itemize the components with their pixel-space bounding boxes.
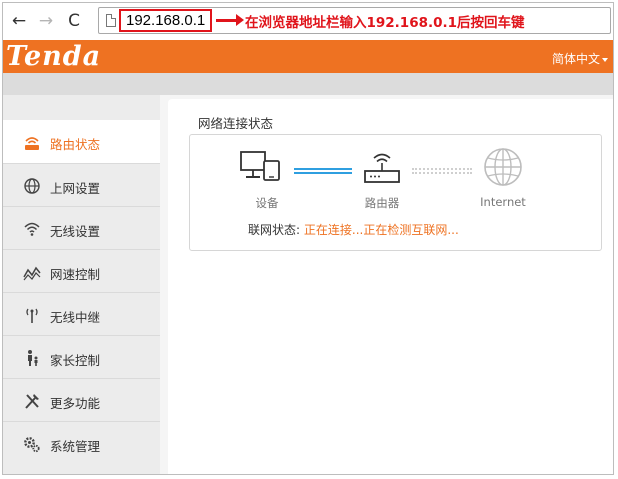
sidebar-item-wireless-repeater[interactable]: 无线中继 [3,292,160,335]
gears-icon [23,435,41,453]
antenna-icon [23,306,41,324]
sidebar-item-label: 系统管理 [50,439,101,454]
sidebar-item-label: 无线设置 [50,224,101,239]
device-icon [240,151,282,187]
tools-icon [23,392,41,410]
annotation-text: 在浏览器地址栏输入192.168.0.1后按回车键 [245,15,525,31]
language-label: 简体中文 [551,52,600,66]
device-label: 设备 [255,196,279,210]
internet-label: Internet [480,195,526,209]
sidebar-item-speed-control[interactable]: 网速控制 [3,249,160,292]
screenshot-frame: ← → C 192.168.0.1 在浏览器地址栏输入192.168.0.1后按… [2,2,614,475]
forward-arrow-icon[interactable]: → [36,11,56,31]
sidebar-item-label: 上网设置 [50,181,101,196]
status-label: 联网状态: [248,223,301,237]
chevron-down-icon [602,57,608,62]
wifi-icon [23,220,41,238]
speed-wave-icon [23,263,41,281]
connection-status-line: 联网状态: 正在连接...正在检测互联网... [248,221,459,238]
sidebar-item-label: 更多功能 [50,396,101,411]
main-content: 网络连接状态 设备 路由器 Internet 联网状态: 正在连接...正在检测… [160,95,613,474]
sidebar-item-router-status[interactable]: 路由状态 [3,120,160,163]
device-router-link [294,168,352,174]
sidebar-item-wireless-settings[interactable]: 无线设置 [3,206,160,249]
network-status-card: 设备 路由器 Internet 联网状态: 正在连接...正在检测互联网... [189,134,602,251]
sidebar-item-label: 网速控制 [50,267,101,282]
globe-icon [23,177,41,195]
sidebar: 路由状态 上网设置 无线设置 网速控制 无线中继 家长控制 更多功能 系统管理 [3,95,160,474]
sidebar-item-label: 无线中继 [50,310,101,325]
language-selector[interactable]: 简体中文 [552,50,608,67]
header-subbar [3,73,613,95]
page-icon [106,14,116,27]
reload-icon[interactable]: C [64,11,84,31]
main-panel: 网络连接状态 设备 路由器 Internet 联网状态: 正在连接...正在检测… [168,99,613,474]
router-internet-link [412,168,472,174]
router-icon [362,149,402,189]
back-arrow-icon[interactable]: ← [9,11,29,31]
sidebar-item-label: 家长控制 [50,353,101,368]
router-label: 路由器 [364,196,400,210]
annotation-arrow-icon [216,14,244,26]
internet-globe-icon [483,147,523,191]
tenda-logo: Tenda [6,41,102,72]
status-value: 正在连接...正在检测互联网... [303,223,459,237]
sidebar-item-more-features[interactable]: 更多功能 [3,378,160,421]
browser-toolbar: ← → C 192.168.0.1 在浏览器地址栏输入192.168.0.1后按… [3,3,613,40]
url-text[interactable]: 192.168.0.1 [126,12,205,29]
sidebar-item-label: 路由状态 [50,137,101,152]
parent-child-icon [23,349,41,367]
section-title: 网络连接状态 [198,116,274,131]
sidebar-item-parental-control[interactable]: 家长控制 [3,335,160,378]
top-header: Tenda 简体中文 [3,40,613,73]
address-bar[interactable]: 192.168.0.1 在浏览器地址栏输入192.168.0.1后按回车键 [98,7,611,34]
sidebar-item-internet-settings[interactable]: 上网设置 [3,163,160,206]
sidebar-item-system-management[interactable]: 系统管理 [3,421,160,464]
router-status-icon [23,133,41,151]
